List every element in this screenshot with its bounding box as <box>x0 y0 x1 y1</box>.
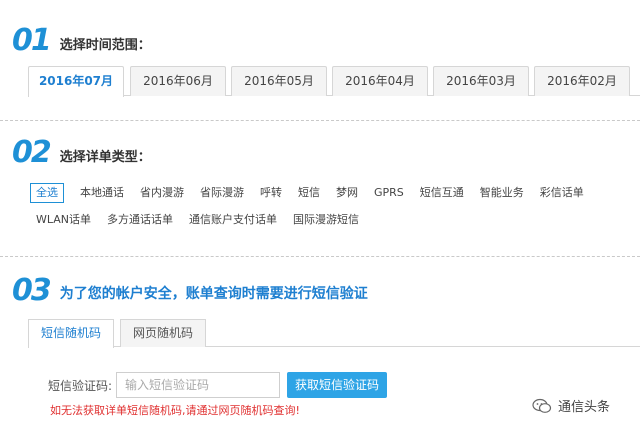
type-option[interactable]: 呼转 <box>260 184 282 202</box>
type-option[interactable]: 通信账户支付话单 <box>189 211 277 229</box>
step3-title: 为了您的帐户安全，账单查询时需要进行短信验证 <box>59 286 368 302</box>
type-option[interactable]: 省际漫游 <box>200 184 244 202</box>
type-option[interactable]: 国际漫游短信 <box>293 211 359 229</box>
tab-sms-code[interactable]: 短信随机码 <box>28 319 114 348</box>
get-sms-code-button[interactable]: 获取短信验证码 <box>287 372 387 398</box>
tab-web-code[interactable]: 网页随机码 <box>120 319 206 347</box>
type-option[interactable]: 省内漫游 <box>140 184 184 202</box>
type-option[interactable]: 短信互通 <box>420 184 464 202</box>
watermark: 通信头条 <box>532 396 610 415</box>
sms-code-input[interactable]: 输入短信验证码 <box>116 372 280 398</box>
tab-month-4[interactable]: 2016年03月 <box>433 66 529 96</box>
step2-title: 选择详单类型： <box>59 150 151 165</box>
tab-month-5[interactable]: 2016年02月 <box>534 66 630 96</box>
step2-header: 02 选择详单类型： <box>12 138 151 168</box>
tab-month-0[interactable]: 2016年07月 <box>28 66 124 97</box>
divider-1 <box>0 120 640 121</box>
step3-header: 03 为了您的帐户安全，账单查询时需要进行短信验证 <box>12 276 368 306</box>
month-tabs: 2016年07月 2016年06月 2016年05月 2016年04月 2016… <box>28 66 640 97</box>
type-option[interactable]: 彩信话单 <box>540 184 584 202</box>
tab-month-1[interactable]: 2016年06月 <box>130 66 226 96</box>
type-option[interactable]: 短信 <box>298 184 320 202</box>
divider-2 <box>0 256 640 257</box>
step1-header: 01 选择时间范围： <box>12 26 151 56</box>
type-option[interactable]: GPRS <box>374 184 404 202</box>
type-option[interactable]: 多方通话话单 <box>107 211 173 229</box>
step1-title: 选择时间范围： <box>59 38 151 53</box>
step3-number: 03 <box>12 273 52 308</box>
step1-number: 01 <box>12 23 52 58</box>
type-option-all[interactable]: 全选 <box>30 183 64 203</box>
step2-number: 02 <box>12 135 52 170</box>
warning-text: 如无法获取详单短信随机码,请通过网页随机码查询! <box>50 404 300 417</box>
type-options-row2: WLAN话单 多方通话话单 通信账户支付话单 国际漫游短信 <box>36 211 375 229</box>
type-option[interactable]: 智能业务 <box>480 184 524 202</box>
sms-code-label: 短信验证码: <box>48 379 113 393</box>
tab-month-2[interactable]: 2016年05月 <box>231 66 327 96</box>
type-options-row1: 全选 本地通话 省内漫游 省际漫游 呼转 短信 梦网 GPRS 短信互通 智能业… <box>30 183 584 203</box>
type-option[interactable]: 梦网 <box>336 184 358 202</box>
verify-tabs: 短信随机码 网页随机码 <box>28 319 640 348</box>
watermark-text: 通信头条 <box>558 400 611 415</box>
wechat-icon <box>532 398 552 413</box>
type-option[interactable]: 本地通话 <box>80 184 124 202</box>
tab-month-3[interactable]: 2016年04月 <box>332 66 428 96</box>
type-option[interactable]: WLAN话单 <box>36 211 91 229</box>
